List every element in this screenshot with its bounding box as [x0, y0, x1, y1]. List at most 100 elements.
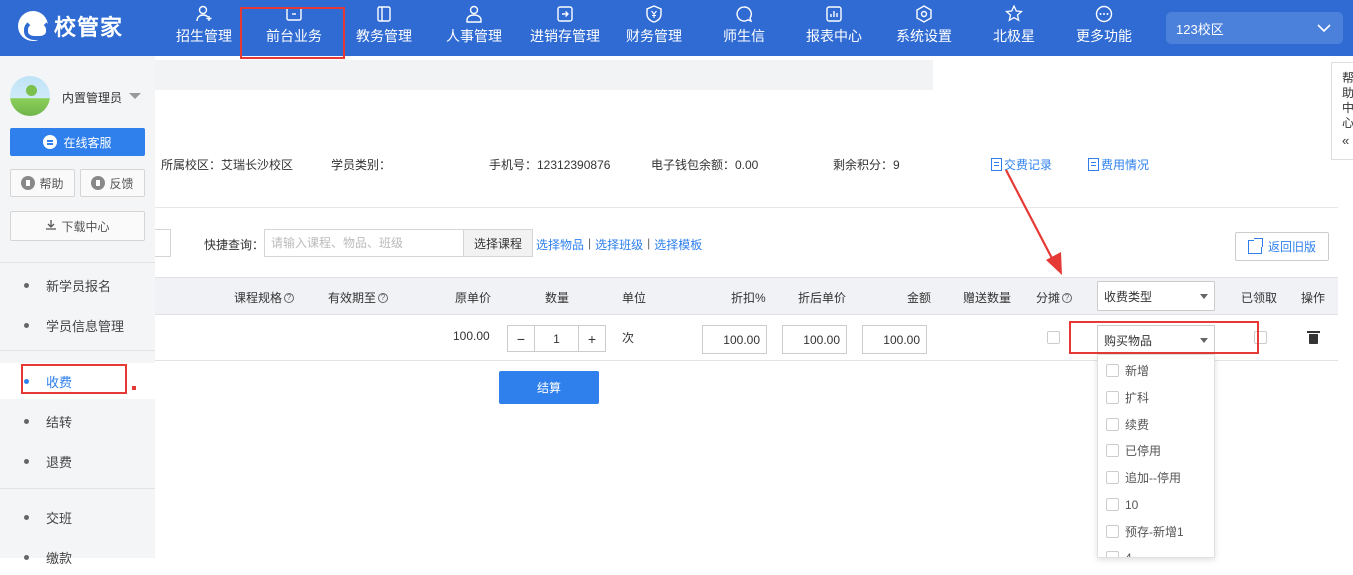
fee-type-select[interactable]: 收费类型: [1097, 281, 1215, 311]
nav-teacher-student-message[interactable]: 师生信: [719, 0, 769, 56]
question-circle-icon[interactable]: ?: [284, 292, 295, 303]
increment-button[interactable]: +: [578, 326, 605, 351]
dropdown-option[interactable]: 4: [1098, 544, 1214, 557]
sidebar-item-transfer[interactable]: 结转: [0, 403, 155, 439]
fee-type-value: 收费类型: [1104, 289, 1153, 304]
nav-system-settings[interactable]: 系统设置: [891, 0, 957, 56]
dropdown-option[interactable]: 新增: [1098, 357, 1214, 384]
help-button[interactable]: 帮助: [10, 169, 75, 197]
dropdown-option[interactable]: 预存-新增1: [1098, 518, 1214, 545]
highlight-box-charge: [21, 364, 127, 394]
quick-search-input[interactable]: [264, 229, 464, 257]
dropdown-option[interactable]: 续费: [1098, 411, 1214, 438]
nav-hr[interactable]: 人事管理: [441, 0, 507, 56]
dropdown-option[interactable]: 追加--停用: [1098, 464, 1214, 491]
gear-icon: [915, 5, 933, 23]
header-valid-until: 有效期至 ?: [328, 289, 389, 306]
person-icon: [465, 5, 483, 23]
help-center-char: 助: [1342, 86, 1353, 100]
option-label: 扩科: [1125, 391, 1150, 405]
return-old-version-label: 返回旧版: [1267, 240, 1316, 254]
nav-polaris[interactable]: 北极星: [989, 0, 1039, 56]
divider: [0, 262, 155, 263]
header-label: 分摊: [1036, 291, 1061, 305]
select-template-link[interactable]: 选择模板: [654, 236, 702, 253]
sidebar-item-label: 交班: [46, 510, 73, 526]
feedback-button[interactable]: 反馈: [80, 169, 145, 197]
option-checkbox[interactable]: [1106, 418, 1119, 431]
sidebar-item-refund[interactable]: 退费: [0, 443, 155, 479]
nav-label: 人事管理: [446, 28, 502, 44]
discounted-price-input[interactable]: [782, 325, 847, 354]
decrement-button[interactable]: −: [508, 326, 535, 351]
campus-name: 123校区: [1176, 21, 1224, 37]
header-label: 课程规格: [234, 291, 283, 305]
fee-status-link[interactable]: 费用情况: [1088, 156, 1149, 173]
document-icon: [1088, 158, 1099, 171]
return-old-version-button[interactable]: 返回旧版: [1235, 232, 1329, 261]
search-input-edge[interactable]: [155, 229, 171, 257]
option-checkbox[interactable]: [1106, 498, 1119, 511]
select-course-button[interactable]: 选择课程: [463, 229, 533, 257]
user-name[interactable]: 内置管理员: [62, 89, 122, 106]
dropdown-option[interactable]: 10: [1098, 491, 1214, 518]
double-chevron-left-icon: «: [1342, 133, 1350, 148]
question-circle-icon[interactable]: ?: [1062, 292, 1073, 303]
option-checkbox[interactable]: [1106, 471, 1119, 484]
more-icon: [1095, 5, 1113, 23]
select-item-link[interactable]: 选择物品: [536, 236, 584, 253]
caret-down-icon[interactable]: [129, 93, 141, 99]
allocate-checkbox[interactable]: [1047, 331, 1060, 344]
avatar[interactable]: [10, 76, 50, 116]
nav-inventory[interactable]: 进销存管理: [524, 0, 606, 56]
settle-button[interactable]: 结算: [499, 371, 599, 404]
bullet-icon: [24, 322, 29, 328]
nav-finance[interactable]: 财务管理: [621, 0, 687, 56]
sidebar-item-handover[interactable]: 交班: [0, 499, 155, 535]
quantity-input[interactable]: [535, 326, 578, 351]
dropdown-option[interactable]: 已停用: [1098, 437, 1214, 464]
sidebar-item-payment[interactable]: 缴款: [0, 539, 155, 575]
help-center-tab[interactable]: 帮 助 中 心 «: [1331, 62, 1353, 160]
bullet-icon: [24, 418, 29, 424]
option-checkbox[interactable]: [1106, 551, 1119, 557]
sidebar-item-new-enrollment[interactable]: 新学员报名: [0, 267, 155, 303]
select-class-link[interactable]: 选择班级: [595, 236, 643, 253]
download-center-label: 下载中心: [61, 219, 110, 234]
dropdown-option[interactable]: 扩科: [1098, 384, 1214, 411]
nav-academic[interactable]: 教务管理: [351, 0, 417, 56]
report-icon: [825, 5, 843, 23]
bullet-icon: [24, 282, 29, 288]
help-center-char: 帮: [1342, 71, 1353, 85]
nav-label: 教务管理: [356, 28, 412, 44]
option-checkbox[interactable]: [1106, 391, 1119, 404]
divider: [0, 488, 155, 489]
option-checkbox[interactable]: [1106, 525, 1119, 538]
discount-input[interactable]: [702, 325, 767, 354]
divider: [155, 207, 1338, 208]
campus-selector[interactable]: 123校区: [1166, 12, 1343, 44]
online-service-button[interactable]: 在线客服: [10, 128, 145, 156]
sidebar: 内置管理员 在线客服 帮助 反馈 下载中心 新学员报名 学员信息管理 收费 结转: [0, 56, 155, 566]
bullet-icon: [24, 554, 29, 560]
fee-status-label: 费用情况: [1101, 158, 1150, 172]
option-checkbox[interactable]: [1106, 364, 1119, 377]
trash-icon[interactable]: [1307, 331, 1320, 344]
download-icon: [45, 219, 57, 234]
nav-enrollment[interactable]: 招生管理: [171, 0, 237, 56]
student-campus: 所属校区：艾瑞长沙校区: [161, 158, 294, 172]
option-label: 追加--停用: [1125, 471, 1181, 485]
sidebar-item-student-info[interactable]: 学员信息管理: [0, 307, 155, 343]
logo[interactable]: 校管家: [18, 10, 123, 42]
option-checkbox[interactable]: [1106, 444, 1119, 457]
nav-report-center[interactable]: 报表中心: [801, 0, 867, 56]
question-circle-icon[interactable]: ?: [378, 292, 389, 303]
header-amount: 金额: [907, 291, 932, 305]
student-category: 学员类别：: [331, 158, 392, 172]
nav-more-functions[interactable]: 更多功能: [1071, 0, 1137, 56]
header-discounted-price: 折后单价: [798, 291, 847, 305]
download-center-button[interactable]: 下载中心: [10, 211, 145, 241]
nav-label: 更多功能: [1076, 28, 1132, 44]
help-center-char: 心: [1342, 116, 1353, 130]
amount-input[interactable]: [862, 325, 927, 354]
